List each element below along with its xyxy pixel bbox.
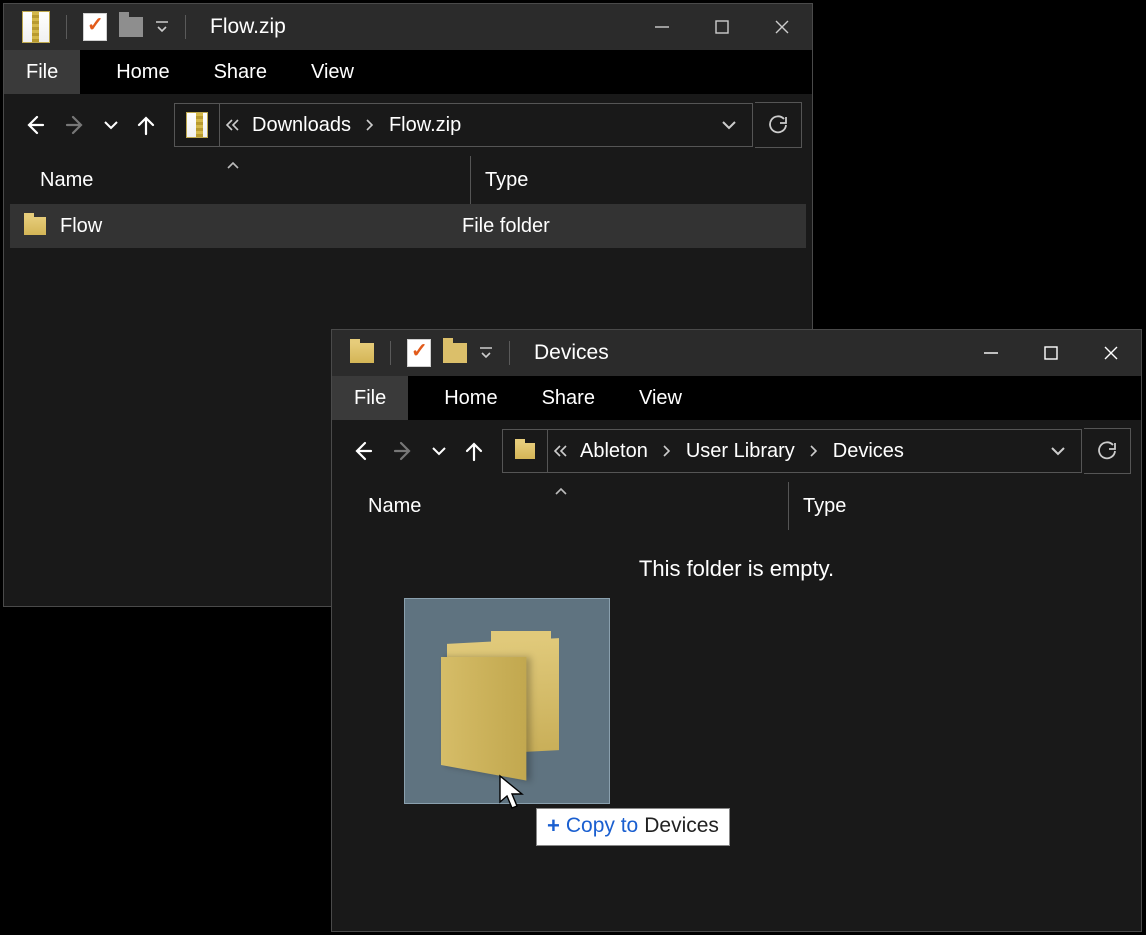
- explorer-window-devices: Devices File Home Share View: [331, 329, 1142, 932]
- file-row-flow[interactable]: Flow File folder: [10, 204, 806, 248]
- separator: [185, 15, 186, 39]
- breadcrumb-devices[interactable]: Devices: [823, 430, 914, 472]
- address-folder-icon[interactable]: [175, 104, 220, 146]
- address-dropdown[interactable]: [1035, 430, 1081, 472]
- titlebar: Devices: [332, 330, 1141, 376]
- new-folder-icon[interactable]: [443, 343, 467, 363]
- column-headers: Name Type: [332, 482, 1141, 530]
- separator: [66, 15, 67, 39]
- drop-tooltip: + Copy to Devices: [536, 808, 730, 846]
- recent-dropdown[interactable]: [426, 431, 452, 471]
- up-button[interactable]: [126, 105, 166, 145]
- refresh-button[interactable]: [755, 102, 802, 148]
- qat-dropdown-icon[interactable]: [155, 20, 169, 34]
- window-title: Flow.zip: [210, 15, 286, 39]
- tab-share[interactable]: Share: [192, 50, 289, 94]
- drop-destination-label: Devices: [644, 814, 719, 838]
- forward-button[interactable]: [56, 105, 96, 145]
- drag-ghost-folder: [404, 598, 610, 804]
- forward-button[interactable]: [384, 431, 424, 471]
- file-list[interactable]: This folder is empty. + Copy to Devices: [332, 530, 1141, 931]
- breadcrumb-ableton[interactable]: Ableton: [570, 430, 658, 472]
- ribbon-tabs: File Home Share View: [332, 376, 1141, 420]
- sort-indicator-icon: [226, 160, 240, 170]
- address-bar[interactable]: Downloads Flow.zip: [174, 103, 753, 147]
- address-folder-icon[interactable]: [503, 430, 548, 472]
- folder-icon: [24, 217, 46, 235]
- recent-dropdown[interactable]: [98, 105, 124, 145]
- tab-share[interactable]: Share: [520, 376, 617, 420]
- breadcrumb-user-library[interactable]: User Library: [676, 430, 805, 472]
- chevron-right-icon[interactable]: [805, 444, 823, 458]
- back-button[interactable]: [14, 105, 54, 145]
- qat-dropdown-icon[interactable]: [479, 346, 493, 360]
- refresh-button[interactable]: [1084, 428, 1131, 474]
- folder-icon: [350, 343, 374, 363]
- column-type-label: Type: [485, 169, 528, 192]
- maximize-button[interactable]: [692, 4, 752, 50]
- empty-folder-message: This folder is empty.: [332, 556, 1141, 582]
- breadcrumb-overflow-icon[interactable]: [222, 118, 240, 132]
- address-bar[interactable]: Ableton User Library Devices: [502, 429, 1082, 473]
- separator: [509, 341, 510, 365]
- titlebar: Flow.zip: [4, 4, 812, 50]
- breadcrumb-overflow-icon[interactable]: [550, 444, 568, 458]
- file-type: File folder: [462, 215, 550, 237]
- folder-open-icon: [441, 635, 573, 767]
- window-title: Devices: [534, 341, 609, 365]
- tab-file[interactable]: File: [4, 50, 80, 94]
- sort-indicator-icon: [554, 486, 568, 496]
- tab-home[interactable]: Home: [94, 50, 191, 94]
- column-name-label: Name: [368, 495, 421, 518]
- column-header-name[interactable]: Name: [332, 495, 788, 518]
- plus-icon: +: [547, 813, 560, 839]
- tab-view[interactable]: View: [617, 376, 704, 420]
- close-button[interactable]: [752, 4, 812, 50]
- properties-icon[interactable]: [83, 13, 107, 41]
- nav-row: Ableton User Library Devices: [332, 420, 1141, 482]
- nav-row: Downloads Flow.zip: [4, 94, 812, 156]
- breadcrumb-downloads[interactable]: Downloads: [242, 104, 361, 146]
- zip-icon: [22, 11, 50, 43]
- column-headers: Name Type: [4, 156, 812, 204]
- close-button[interactable]: [1081, 330, 1141, 376]
- column-name-label: Name: [40, 169, 93, 192]
- column-header-type[interactable]: Type: [788, 482, 1141, 530]
- file-name: Flow: [60, 215, 102, 238]
- separator: [390, 341, 391, 365]
- ribbon-tabs: File Home Share View: [4, 50, 812, 94]
- back-button[interactable]: [342, 431, 382, 471]
- minimize-button[interactable]: [961, 330, 1021, 376]
- tab-view[interactable]: View: [289, 50, 376, 94]
- column-type-label: Type: [803, 495, 846, 518]
- maximize-button[interactable]: [1021, 330, 1081, 376]
- chevron-right-icon[interactable]: [361, 118, 379, 132]
- properties-icon[interactable]: [407, 339, 431, 367]
- new-folder-icon[interactable]: [119, 17, 143, 37]
- up-button[interactable]: [454, 431, 494, 471]
- breadcrumb-flow-zip[interactable]: Flow.zip: [379, 104, 471, 146]
- column-header-type[interactable]: Type: [470, 156, 812, 204]
- chevron-right-icon[interactable]: [658, 444, 676, 458]
- drop-action-label: Copy to: [566, 814, 638, 838]
- tab-file[interactable]: File: [332, 376, 408, 420]
- tab-home[interactable]: Home: [422, 376, 519, 420]
- minimize-button[interactable]: [632, 4, 692, 50]
- column-header-name[interactable]: Name: [4, 169, 470, 192]
- address-dropdown[interactable]: [706, 104, 752, 146]
